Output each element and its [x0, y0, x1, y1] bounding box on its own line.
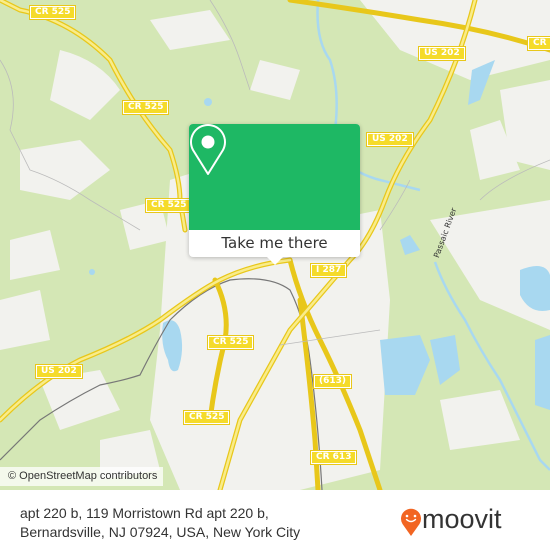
road-label: US 202	[366, 132, 414, 147]
address-line-1: apt 220 b, 119 Morristown Rd apt 220 b,	[20, 505, 269, 521]
address-line-2: Bernardsville, NJ 07924, USA, New York C…	[20, 524, 301, 540]
road-label: US 202	[418, 46, 466, 61]
map-pin-icon	[190, 124, 226, 175]
map-view[interactable]: CR 525 CR 525 CR 525 CR 525 CR 525 US 20…	[0, 0, 550, 490]
brand-name: moovit	[422, 504, 502, 534]
map-attribution[interactable]: © OpenStreetMap contributors	[0, 467, 164, 486]
road-label: CR 525	[121, 100, 170, 115]
road-label: CR 525	[28, 5, 77, 20]
address: apt 220 b, 119 Morristown Rd apt 220 b, …	[20, 504, 300, 542]
take-me-there-button[interactable]: Take me there	[189, 230, 360, 257]
moovit-logo[interactable]: moovit	[400, 504, 540, 537]
location-popup: Take me there	[189, 124, 360, 265]
popup-header	[189, 124, 360, 230]
road-label: CR 613	[309, 450, 358, 465]
footer: apt 220 b, 119 Morristown Rd apt 220 b, …	[0, 490, 550, 550]
road-label: CR 525	[206, 335, 255, 350]
moovit-pin-icon	[401, 508, 421, 536]
road-label: CR 525	[144, 198, 193, 213]
road-label: CR 525	[182, 410, 231, 425]
road-label: I 287	[309, 263, 348, 278]
road-label: US 202	[35, 364, 83, 379]
road-label: (613)	[312, 374, 353, 389]
road-label: CR	[527, 36, 550, 51]
popup-tail	[267, 257, 283, 265]
